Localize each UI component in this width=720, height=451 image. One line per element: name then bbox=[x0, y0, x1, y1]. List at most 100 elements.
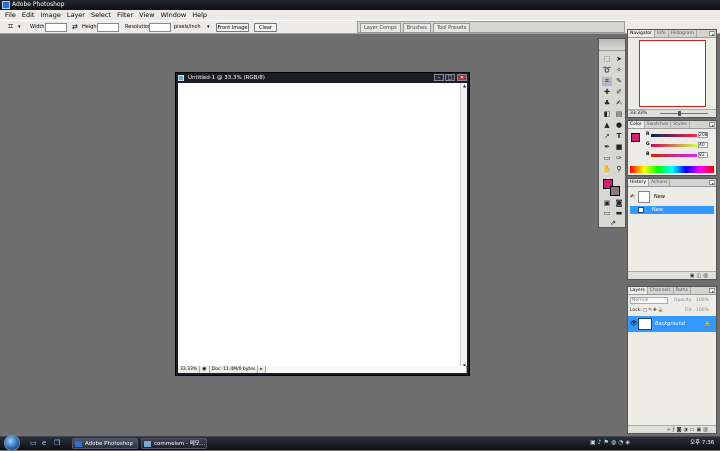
standard-mode-icon[interactable]: ▣ bbox=[602, 199, 612, 208]
palette-menu-icon[interactable]: ▸ bbox=[709, 122, 715, 129]
menu-filter[interactable]: Filter bbox=[114, 10, 136, 20]
navigator-zoom[interactable]: 33.33% bbox=[630, 111, 647, 116]
tab-info[interactable]: Info bbox=[655, 30, 669, 37]
menu-select[interactable]: Select bbox=[88, 10, 114, 20]
status-arrow-icon[interactable]: ▸ bbox=[258, 366, 266, 373]
tab-styles[interactable]: Styles bbox=[671, 121, 690, 128]
fill-value[interactable]: 100% bbox=[696, 307, 709, 315]
pen-tool-icon[interactable]: ✒ bbox=[602, 143, 612, 152]
blur-tool-icon[interactable]: ▲ bbox=[602, 121, 612, 130]
menu-window[interactable]: Window bbox=[158, 10, 190, 20]
clear-button[interactable]: Clear bbox=[254, 23, 277, 32]
zoom-level[interactable]: 33.33% bbox=[178, 366, 201, 373]
magic-wand-tool-icon[interactable]: ✧ bbox=[614, 66, 624, 75]
navigator-preview[interactable] bbox=[639, 40, 706, 107]
palette-menu-icon[interactable]: ▸ bbox=[709, 180, 715, 187]
screen-mode-full-icon[interactable]: ▬ bbox=[614, 209, 624, 218]
channel-g-value[interactable]: 40 bbox=[698, 142, 708, 148]
well-tab-tool-presets[interactable]: Tool Presets bbox=[432, 23, 471, 32]
tab-history[interactable]: History bbox=[628, 179, 650, 186]
delete-state-icon[interactable]: ▥ bbox=[703, 273, 710, 279]
move-tool-icon[interactable]: ➤ bbox=[614, 55, 624, 64]
maximize-icon[interactable]: □ bbox=[445, 74, 455, 81]
brush-tool-icon[interactable]: ✐ bbox=[614, 88, 624, 97]
palette-menu-icon[interactable]: ▸ bbox=[709, 288, 715, 295]
channel-b-value[interactable]: 82 bbox=[698, 152, 708, 158]
zoom-tool-icon[interactable]: ⚲ bbox=[614, 165, 624, 174]
resolution-units-select[interactable]: pixels/inch bbox=[174, 21, 201, 33]
show-desktop-icon[interactable]: ▭ bbox=[30, 439, 37, 447]
document-canvas[interactable] bbox=[178, 83, 461, 368]
tab-navigator[interactable]: Navigator bbox=[628, 30, 656, 37]
color-foreground-chip[interactable] bbox=[631, 133, 640, 142]
tab-swatches[interactable]: Swatches bbox=[645, 121, 672, 128]
switch-windows-icon[interactable]: ❐ bbox=[54, 439, 60, 447]
start-button[interactable] bbox=[4, 435, 20, 451]
taskbar-item-memo[interactable]: commeism - 메모... bbox=[141, 438, 207, 449]
document-title-bar[interactable]: Untitled-1 @ 33.3% (RGB/8) – □ ✕ bbox=[176, 73, 469, 83]
crop-tool-icon[interactable]: ⌗ bbox=[8, 21, 13, 33]
opacity-value[interactable]: 100% bbox=[696, 297, 709, 305]
color-spectrum-ramp[interactable] bbox=[630, 166, 714, 173]
hand-tool-icon[interactable]: ✋ bbox=[602, 165, 612, 174]
new-group-icon[interactable]: ▭ bbox=[690, 427, 697, 433]
taskbar-item-photoshop[interactable]: Adobe Photoshop bbox=[72, 438, 138, 449]
toolbox-header[interactable] bbox=[599, 39, 625, 51]
vertical-scrollbar[interactable]: ▲ ▼ bbox=[460, 83, 467, 368]
channel-b-slider[interactable] bbox=[651, 154, 697, 157]
layer-visibility-eye-icon[interactable]: 👁 bbox=[630, 316, 638, 332]
channel-g-slider[interactable] bbox=[651, 144, 697, 147]
dodge-tool-icon[interactable]: ● bbox=[614, 121, 624, 130]
menu-view[interactable]: View bbox=[136, 10, 157, 20]
width-input[interactable] bbox=[45, 23, 67, 32]
history-brush-tool-icon[interactable]: ✍ bbox=[614, 99, 624, 108]
palette-menu-icon[interactable]: ▸ bbox=[709, 31, 715, 38]
status-menu-icon[interactable]: ◉ bbox=[200, 366, 210, 373]
eyedropper-tool-icon[interactable]: ✑ bbox=[614, 154, 624, 163]
resolution-input[interactable] bbox=[149, 23, 171, 32]
marquee-tool-icon[interactable]: ⬚ bbox=[602, 55, 612, 64]
history-state-row[interactable]: New bbox=[630, 206, 714, 214]
minimize-icon[interactable]: – bbox=[434, 74, 444, 81]
menu-file[interactable]: File bbox=[2, 10, 19, 20]
notes-tool-icon[interactable]: ▭ bbox=[602, 154, 612, 163]
menu-edit[interactable]: Edit bbox=[19, 10, 38, 20]
lock-icons[interactable]: ▢✎✥🔒 bbox=[643, 307, 664, 315]
blend-mode-select[interactable]: Normal bbox=[630, 297, 668, 304]
navigator-zoom-slider[interactable] bbox=[660, 113, 708, 114]
background-color-swatch[interactable] bbox=[610, 186, 620, 196]
screen-mode-standard-icon[interactable]: ▭ bbox=[602, 209, 612, 218]
jump-to-imageready-icon[interactable]: ⇗ bbox=[608, 219, 618, 228]
ie-quicklaunch-icon[interactable]: e bbox=[42, 439, 46, 447]
tab-color[interactable]: Color bbox=[628, 121, 645, 128]
menu-help[interactable]: Help bbox=[189, 10, 210, 20]
units-dropdown-icon[interactable]: ▾ bbox=[207, 21, 210, 33]
tab-layers[interactable]: Layers bbox=[628, 287, 648, 294]
system-tray-icons[interactable]: ▣♪⚑◍◔◈ bbox=[590, 439, 632, 446]
navigator-zoom-thumb[interactable] bbox=[678, 111, 681, 116]
tab-histogram[interactable]: Histogram bbox=[669, 30, 697, 37]
history-snapshot-row[interactable]: ✍ New bbox=[630, 190, 714, 204]
channel-r-value[interactable]: 208 bbox=[698, 132, 708, 138]
app-title-bar[interactable]: Adobe Photoshop bbox=[0, 0, 720, 10]
layer-row-background[interactable]: 👁 Background 🔒 bbox=[628, 316, 716, 332]
close-icon[interactable]: ✕ bbox=[457, 74, 467, 81]
tab-paths[interactable]: Paths bbox=[674, 287, 691, 294]
clone-stamp-tool-icon[interactable]: ♣ bbox=[602, 99, 612, 108]
scroll-up-icon[interactable]: ▲ bbox=[462, 83, 467, 88]
tab-actions[interactable]: Actions bbox=[649, 179, 671, 186]
lasso-tool-icon[interactable]: ➰ bbox=[602, 66, 612, 75]
type-tool-icon[interactable]: T bbox=[614, 132, 624, 141]
menu-layer[interactable]: Layer bbox=[64, 10, 88, 20]
menu-image[interactable]: Image bbox=[37, 10, 63, 20]
quick-mask-icon[interactable]: ◙ bbox=[614, 199, 624, 208]
tool-preset-arrow-icon[interactable]: ▾ bbox=[18, 21, 21, 33]
healing-brush-tool-icon[interactable]: ✚ bbox=[602, 88, 612, 97]
front-image-button[interactable]: Front Image bbox=[216, 23, 249, 32]
path-selection-tool-icon[interactable]: ➚ bbox=[602, 132, 612, 141]
shape-tool-icon[interactable]: ■ bbox=[614, 143, 624, 152]
well-tab-brushes[interactable]: Brushes bbox=[402, 23, 431, 32]
gradient-tool-icon[interactable]: ▤ bbox=[614, 110, 624, 119]
new-document-from-state-icon[interactable]: ▣ bbox=[690, 273, 697, 279]
slice-tool-icon[interactable]: ✎ bbox=[614, 77, 624, 86]
